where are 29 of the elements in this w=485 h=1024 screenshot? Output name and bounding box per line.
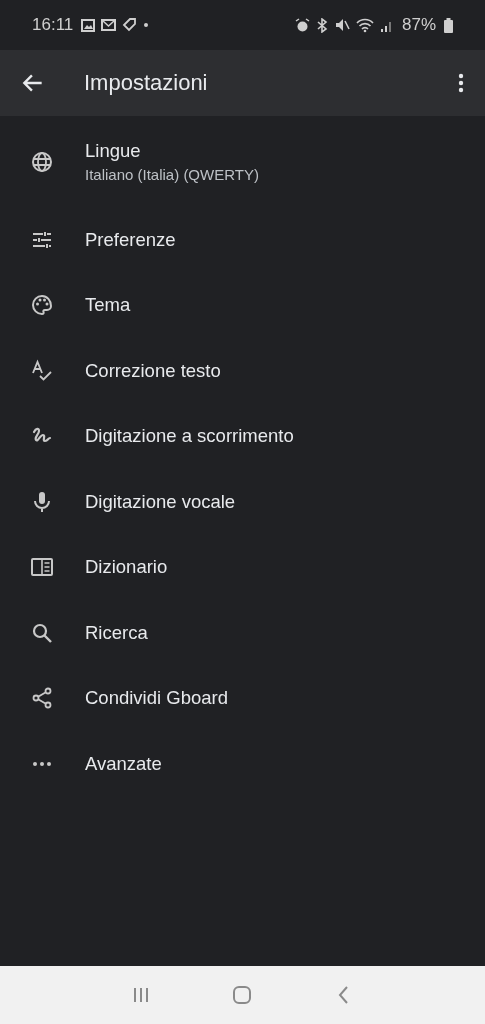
screen-title: Impostazioni xyxy=(84,70,209,96)
settings-item[interactable]: Dizionario xyxy=(85,556,168,579)
palette-icon xyxy=(30,293,54,318)
bluetooth-icon xyxy=(315,17,329,33)
mail-icon xyxy=(101,19,117,31)
dot-icon xyxy=(143,22,150,28)
item-subtitle: Italiano (Italia) (QWERTY) xyxy=(85,166,259,183)
settings-item[interactable]: Avanzate xyxy=(85,752,162,775)
settings-item[interactable]: Tema xyxy=(85,294,131,317)
more-icon xyxy=(30,760,54,767)
settings-item[interactable]: Lingue xyxy=(85,140,259,162)
alarm-icon xyxy=(294,17,310,33)
image-icon xyxy=(81,18,96,32)
battery-percentage: 87% xyxy=(401,15,436,35)
settings-item[interactable]: Condividi Gboard xyxy=(85,687,228,710)
wifi-icon xyxy=(355,17,374,33)
battery-icon xyxy=(444,17,453,33)
tag-icon xyxy=(122,18,138,32)
mute-icon xyxy=(334,18,350,32)
settings-item[interactable]: Digitazione a scorrimento xyxy=(85,425,294,448)
settings-item[interactable]: Ricerca xyxy=(85,621,148,644)
settings-item[interactable]: Digitazione vocale xyxy=(85,490,236,513)
home-icon[interactable] xyxy=(231,984,254,1006)
settings-item[interactable]: Preferenze xyxy=(85,228,176,251)
clock-time: 16:11 xyxy=(32,15,74,35)
share-icon xyxy=(30,686,54,711)
globe-icon xyxy=(30,149,54,174)
spellcheck-icon xyxy=(30,358,54,383)
settings-item[interactable]: Correzione testo xyxy=(85,359,221,382)
